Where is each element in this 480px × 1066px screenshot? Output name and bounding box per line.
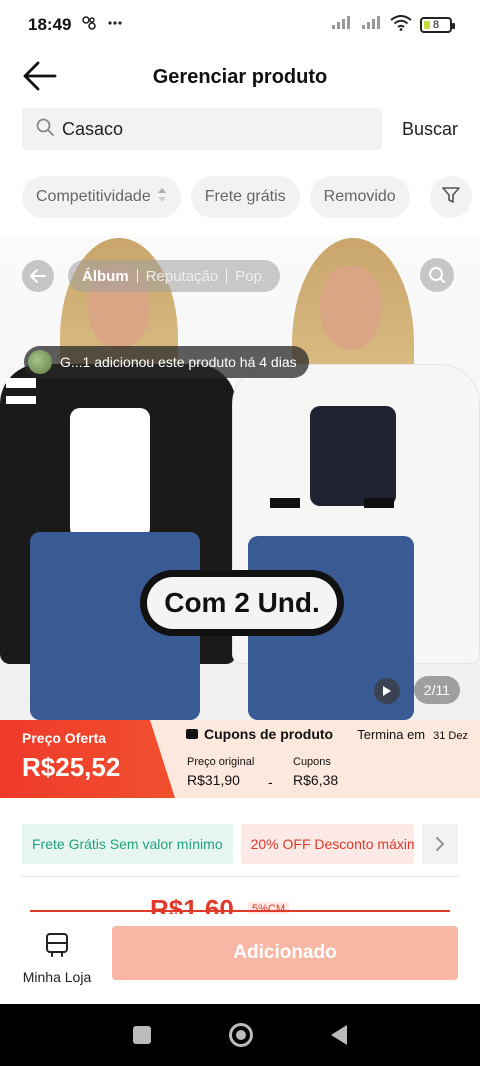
wifi-icon [390, 14, 412, 36]
tab-reputation[interactable]: Reputação [146, 268, 219, 285]
original-price: Preço original R$31,90 [187, 756, 254, 788]
my-store-button[interactable]: Minha Loja [22, 930, 92, 985]
offer-price: Preço Oferta R$25,52 [0, 720, 175, 798]
coupons-label: Cupons [293, 756, 331, 768]
sort-arrows-icon [157, 187, 167, 208]
link-icon [81, 15, 97, 35]
partial-tag: 5%CM [248, 902, 290, 914]
avatar [28, 350, 52, 374]
suitcase-icon [44, 930, 70, 963]
promo-row: Frete Grátis Sem valor mínimo 20% OFF De… [22, 824, 458, 864]
coupon-title: Cupons de produto [204, 726, 334, 742]
overlay-banner: Com 2 Und. [140, 570, 344, 636]
play-icon[interactable] [374, 678, 400, 704]
signal-icon [360, 15, 382, 35]
search-button[interactable]: Buscar [402, 119, 458, 140]
promo-discount[interactable]: 20% OFF Desconto máxim [240, 824, 414, 864]
tab-pop[interactable]: Pop. [235, 268, 266, 285]
image-search-icon[interactable] [420, 258, 454, 292]
tab-album[interactable]: Álbum [82, 268, 129, 285]
gallery-tabs: Álbum Reputação Pop. [68, 260, 281, 292]
added-notice: G...1 adicionou este produto há 4 dias [24, 346, 309, 378]
coupon-ends: Termina em 31 Dez [357, 727, 468, 742]
added-button[interactable]: Adicionado [112, 926, 458, 980]
recents-icon[interactable] [133, 1026, 151, 1044]
red-divider [30, 910, 450, 912]
filter-label: Competitividade [36, 188, 151, 205]
my-store-label: Minha Loja [22, 969, 92, 985]
divider [22, 876, 458, 877]
coupons-amount: Cupons R$6,38 [293, 756, 338, 788]
funnel-icon [441, 185, 461, 210]
promo-free-shipping[interactable]: Frete Grátis Sem valor mínimo [22, 824, 233, 864]
battery-icon: 8 [420, 17, 455, 33]
search-icon [36, 118, 54, 141]
filter-chips: Competitividade Frete grátis Removido [22, 176, 472, 218]
system-nav-bar [0, 1004, 480, 1066]
coupons-value: R$6,38 [293, 772, 339, 788]
gallery-back-icon[interactable] [22, 260, 54, 292]
tab-divider [226, 269, 228, 283]
battery-level: 8 [432, 19, 440, 31]
filter-competitiveness[interactable]: Competitividade [22, 176, 181, 218]
minus-sign: - [268, 774, 273, 790]
bottom-action-bar: Minha Loja Adicionado [0, 914, 480, 1004]
filter-free-shipping[interactable]: Frete grátis [190, 176, 300, 218]
overlay-text: Com 2 Und. [147, 577, 337, 629]
model-white-cardigan [232, 236, 480, 720]
partial-price-row: R$1,60 5%CM [30, 884, 450, 914]
page-title: Gerenciar produto [152, 65, 328, 88]
search-input[interactable] [62, 118, 342, 140]
back-arrow-icon[interactable] [22, 60, 58, 92]
ends-date: 31 Dez [433, 730, 468, 742]
search-box[interactable] [22, 108, 382, 150]
ends-label: Termina em [357, 727, 426, 742]
home-icon[interactable] [229, 1023, 253, 1047]
nav-back-icon[interactable] [331, 1025, 347, 1045]
header: Gerenciar produto [0, 50, 480, 104]
search-row: Buscar [22, 108, 458, 150]
status-time: 18:49 [28, 15, 72, 34]
offer-price-value: R$25,52 [22, 752, 121, 782]
status-bar: 18:49 8 [0, 0, 480, 50]
chevron-right-icon[interactable] [422, 824, 458, 864]
original-price-label: Preço original [187, 756, 255, 768]
filter-label: Frete grátis [204, 188, 286, 205]
signal-icon [330, 15, 352, 35]
coupon-icon [186, 729, 198, 739]
filter-label: Removido [323, 188, 396, 205]
filter-button[interactable] [430, 176, 472, 218]
filter-removed[interactable]: Removido [309, 176, 410, 218]
more-icon [107, 15, 123, 35]
original-price-value: R$31,90 [187, 772, 240, 788]
model-black-cardigan [0, 236, 240, 720]
offer-price-label: Preço Oferta [22, 730, 107, 746]
tab-divider [136, 269, 138, 283]
notice-text: G...1 adicionou este produto há 4 dias [60, 354, 297, 370]
product-image[interactable]: Álbum Reputação Pop. G...1 adicionou est… [0, 236, 480, 720]
image-counter: 2/11 [413, 676, 460, 704]
price-banner: Cupons de produto Termina em 31 Dez Preç… [0, 720, 480, 798]
coupon-panel: Cupons de produto Termina em 31 Dez Preç… [150, 720, 480, 798]
